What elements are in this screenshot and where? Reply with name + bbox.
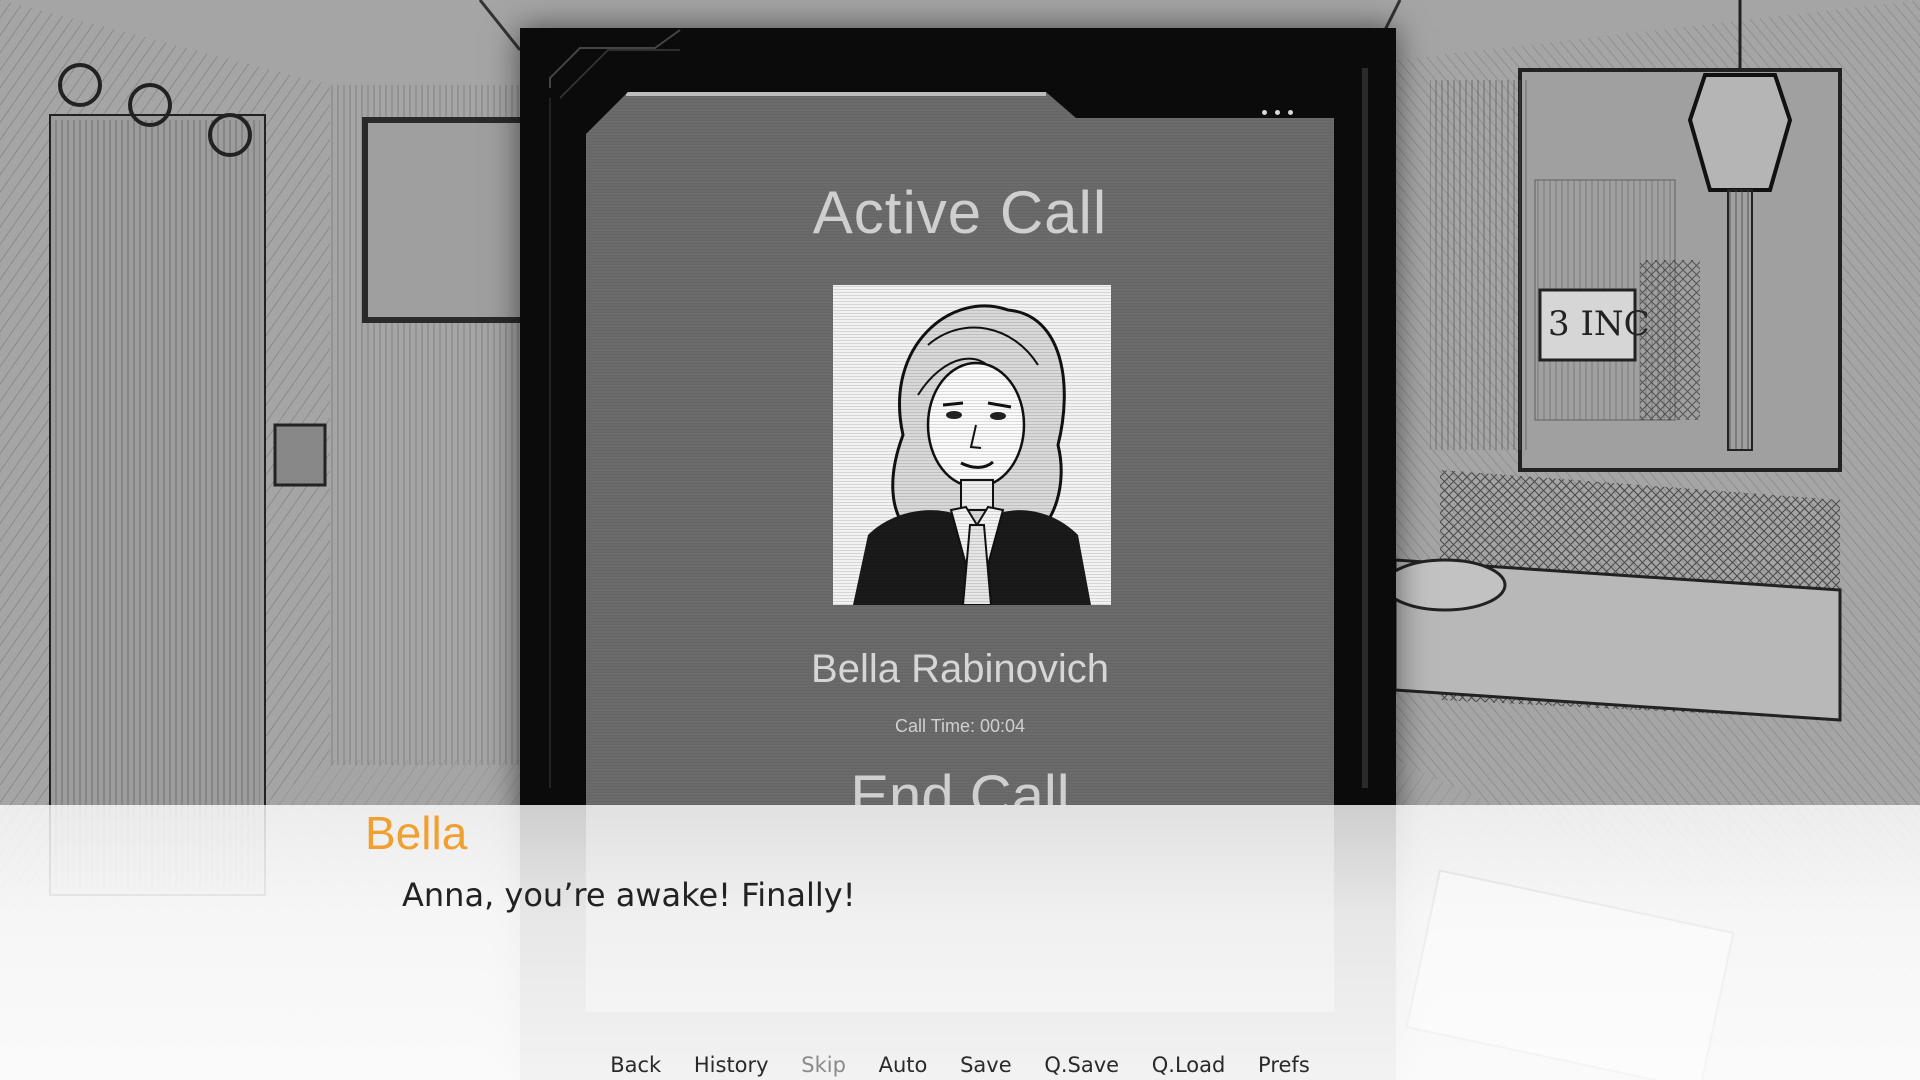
history-button[interactable]: History: [694, 1053, 769, 1077]
quick-menu: Back History Skip Auto Save Q.Save Q.Loa…: [0, 1053, 1920, 1077]
preferences-button[interactable]: Prefs: [1258, 1053, 1310, 1077]
quick-load-button[interactable]: Q.Load: [1152, 1053, 1226, 1077]
speaker-name: Bella: [365, 807, 468, 859]
dialogue-box: [0, 805, 1920, 1080]
caller-name: Bella Rabinovich: [811, 647, 1109, 691]
screen-top-bar: [626, 92, 1046, 96]
caller-portrait: [833, 285, 1111, 605]
quick-save-button[interactable]: Q.Save: [1044, 1053, 1119, 1077]
end-call-button[interactable]: End Call: [0, 763, 1920, 805]
svg-text:3 INC: 3 INC: [1548, 304, 1650, 344]
back-button[interactable]: Back: [610, 1053, 661, 1077]
call-title: Active Call: [812, 179, 1108, 246]
call-timer: Call Time: 00:04: [894, 716, 1026, 736]
save-button[interactable]: Save: [960, 1053, 1012, 1077]
skip-button[interactable]: Skip: [801, 1053, 846, 1077]
more-options-icon[interactable]: [1262, 100, 1301, 119]
dialogue-text: Anna, you’re awake! Finally!: [402, 876, 856, 914]
auto-button[interactable]: Auto: [879, 1053, 928, 1077]
caller-avatar-image: [833, 285, 1111, 605]
